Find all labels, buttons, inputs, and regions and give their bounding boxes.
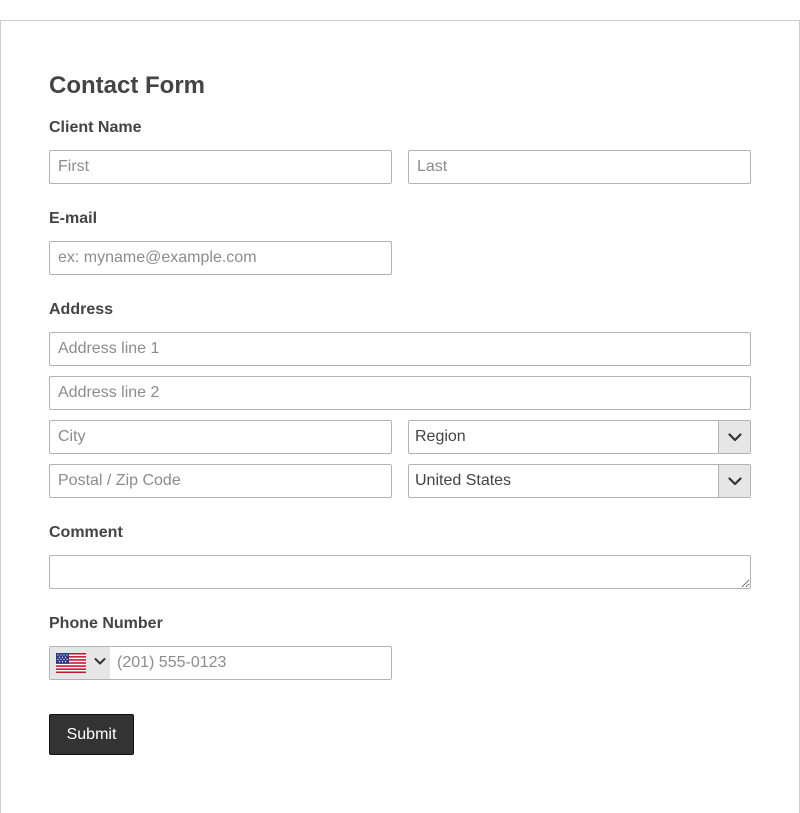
country-code-selector[interactable]: [50, 647, 110, 679]
form-title: Contact Form: [49, 72, 205, 99]
first-name-input[interactable]: [49, 150, 392, 184]
chevron-down-icon: [727, 432, 742, 441]
email-input[interactable]: [49, 241, 392, 275]
chevron-down-icon: [727, 476, 742, 485]
last-name-input[interactable]: [408, 150, 751, 184]
region-select[interactable]: Region: [408, 420, 751, 454]
comment-textarea[interactable]: [49, 555, 751, 589]
address-line1-input[interactable]: [49, 332, 751, 366]
client-name-label: Client Name: [49, 119, 142, 136]
phone-field: [49, 646, 392, 680]
address-label: Address: [49, 301, 114, 318]
form-container: [0, 20, 800, 813]
phone-label: Phone Number: [49, 615, 163, 632]
submit-button[interactable]: Submit: [49, 714, 134, 755]
phone-input[interactable]: [110, 647, 391, 679]
email-label: E-mail: [49, 210, 98, 227]
city-input[interactable]: [49, 420, 392, 454]
us-flag-icon: [56, 653, 86, 673]
address-line2-input[interactable]: [49, 376, 751, 410]
comment-label: Comment: [49, 524, 123, 541]
country-select-value: United States: [415, 472, 512, 489]
postal-code-input[interactable]: [49, 464, 392, 498]
chevron-down-icon: [94, 658, 106, 665]
region-dropdown-button[interactable]: [718, 421, 750, 453]
country-select[interactable]: United States: [408, 464, 751, 498]
country-dropdown-button[interactable]: [718, 465, 750, 497]
region-select-value: Region: [415, 428, 466, 445]
